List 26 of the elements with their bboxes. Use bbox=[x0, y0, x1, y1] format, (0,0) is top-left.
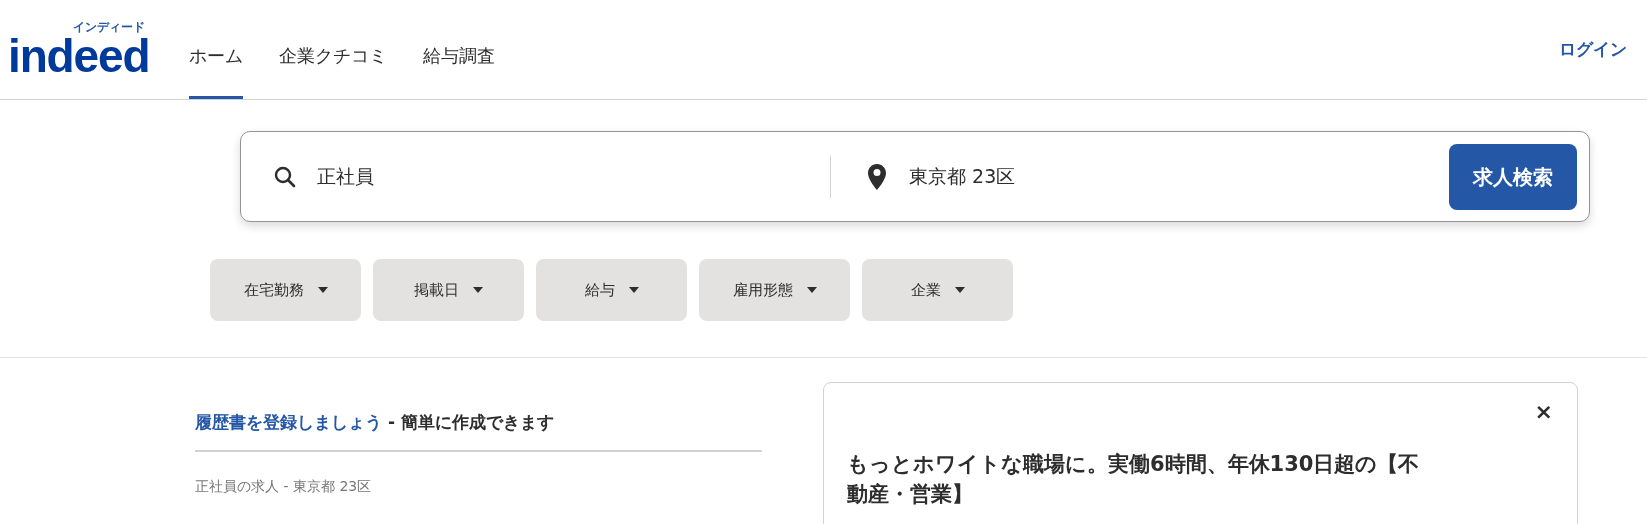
filter-dropdown[interactable]: 給与 bbox=[536, 259, 687, 321]
caret-icon bbox=[806, 287, 817, 293]
breadcrumb: 正社員の求人 - 東京都 23区 bbox=[195, 476, 373, 496]
keyword-field[interactable]: 正社員 bbox=[317, 162, 717, 191]
filter-dropdown[interactable]: 企業 bbox=[862, 259, 1013, 321]
filter-dropdown[interactable]: 雇用形態 bbox=[699, 259, 850, 321]
login-link[interactable]: ログイン bbox=[1559, 36, 1627, 63]
location-pin-icon bbox=[867, 162, 887, 191]
nav-tab[interactable]: 企業クチコミ bbox=[279, 0, 388, 99]
search-icon bbox=[273, 164, 297, 189]
nav-tab[interactable]: 給与調査 bbox=[423, 0, 496, 99]
caret-icon bbox=[317, 287, 328, 293]
nav-tab[interactable]: ホーム bbox=[189, 0, 244, 99]
filter-dropdown[interactable]: 在宅勤務 bbox=[210, 259, 361, 321]
caret-icon bbox=[628, 287, 639, 293]
resume-prompt: 履歴書を登録しましょう - 簡単に作成できます bbox=[195, 410, 762, 452]
caret-icon bbox=[954, 287, 965, 293]
filter-dropdown[interactable]: 掲載日 bbox=[373, 259, 524, 321]
resume-link[interactable]: 履歴書を登録しましょう bbox=[195, 412, 382, 432]
logo-wordmark[interactable]: indeed bbox=[8, 32, 150, 79]
promo-title: もっとホワイトな職場に。実働6時間、年休130日超の【不動産・営業】 bbox=[847, 451, 1421, 508]
logo-kana: インディード bbox=[73, 20, 146, 33]
caret-icon bbox=[473, 287, 483, 293]
location-field[interactable]: 東京都 23区 bbox=[909, 162, 1309, 191]
search-button[interactable]: 求人検索 bbox=[1449, 143, 1577, 210]
close-button[interactable]: × bbox=[1534, 401, 1553, 423]
